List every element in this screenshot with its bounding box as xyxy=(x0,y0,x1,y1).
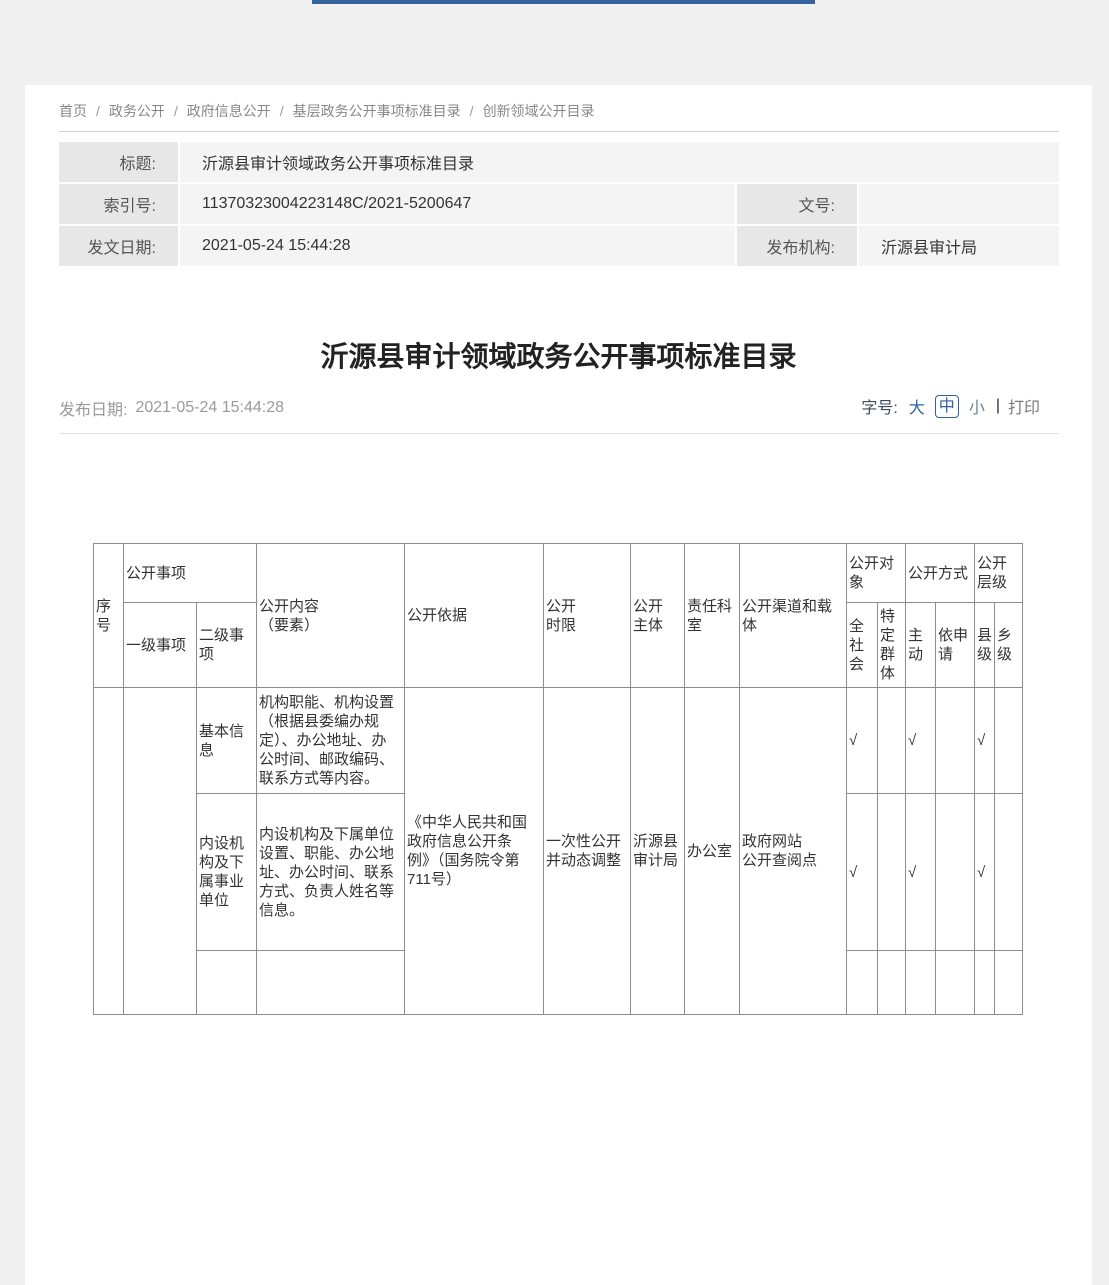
cell-content: 内设机构及下属单位 设置、职能、办公地 址、办公时间、联系 方式、负责人姓名等 … xyxy=(257,794,405,951)
header-seq: 序 号 xyxy=(94,544,124,688)
meta-date-label: 发文日期: xyxy=(59,226,178,266)
cell-check-all-society xyxy=(847,951,878,1015)
header-level: 公开 层级 xyxy=(975,544,1023,603)
cell-check-county xyxy=(975,951,995,1015)
document-meta-table: 标题: 沂源县审计领域政务公开事项标准目录 索引号: 1137032300422… xyxy=(59,142,1059,266)
cell-content xyxy=(257,951,405,1015)
cell-basis: 《中华人民共和国 政府信息公开条 例》（国务院令第 711号） xyxy=(405,688,544,1015)
cell-check-town xyxy=(995,688,1023,794)
font-size-controls: 字号: 大 中 小 | 打印 xyxy=(861,394,1040,418)
publish-date-row: 发布日期: 2021-05-24 15:44:28 xyxy=(59,396,284,420)
font-size-small-button[interactable]: 小 xyxy=(969,394,985,418)
catalog-table: 序 号 公开事项 公开内容 （要素） 公开依据 公开 时限 公开 主体 责任科 … xyxy=(93,543,1023,1015)
header-matters: 公开事项 xyxy=(124,544,257,603)
table-row: 基本信 息 机构职能、机构设置 （根据县委编办规 定）、办公地址、办 公时间、邮… xyxy=(94,688,1023,794)
cell-check-active xyxy=(906,951,936,1015)
breadcrumb-zhengwu[interactable]: 政务公开 xyxy=(109,101,165,121)
breadcrumb-divider xyxy=(59,131,1059,132)
header-content: 公开内容 （要素） xyxy=(257,544,405,688)
font-size-large-button[interactable]: 大 xyxy=(909,394,925,418)
header-target-specific: 特 定 群 体 xyxy=(878,603,906,688)
publish-date-label: 发布日期: xyxy=(59,396,127,420)
header-target: 公开对 象 xyxy=(847,544,906,603)
article-divider xyxy=(59,433,1059,434)
header-level-town: 乡 级 xyxy=(995,603,1023,688)
meta-docno-label: 文号: xyxy=(737,184,857,224)
cell-subject: 沂源县 审计局 xyxy=(631,688,685,1015)
breadcrumb-info-disclosure[interactable]: 政府信息公开 xyxy=(187,101,271,121)
cell-channel: 政府网站 公开查阅点 xyxy=(740,688,847,1015)
meta-title-label: 标题: xyxy=(59,142,178,182)
breadcrumb-separator: / xyxy=(470,103,474,119)
header-method-request: 依申 请 xyxy=(936,603,975,688)
cell-seq xyxy=(94,688,124,1015)
meta-index-label: 索引号: xyxy=(59,184,178,224)
meta-agency-value: 沂源县审计局 xyxy=(859,226,1059,266)
breadcrumb-separator: / xyxy=(280,103,284,119)
cell-check-specific xyxy=(878,794,906,951)
meta-index-value: 11370323004223148C/2021-5200647 xyxy=(180,184,735,224)
cell-level2: 基本信 息 xyxy=(197,688,257,794)
breadcrumb-current[interactable]: 创新领域公开目录 xyxy=(483,101,595,121)
meta-docno-value xyxy=(859,184,1059,224)
meta-title-value: 沂源县审计领域政务公开事项标准目录 xyxy=(180,142,1059,182)
page-title: 沂源县审计领域政务公开事项标准目录 xyxy=(25,335,1092,375)
meta-date-value: 2021-05-24 15:44:28 xyxy=(180,226,735,266)
cell-department: 办公室 xyxy=(685,688,740,1015)
print-separator: | xyxy=(996,397,1000,415)
catalog-table-wrap: 序 号 公开事项 公开内容 （要素） 公开依据 公开 时限 公开 主体 责任科 … xyxy=(93,543,1023,1015)
cell-level2 xyxy=(197,951,257,1015)
cell-check-all-society: √ xyxy=(847,794,878,951)
header-channel: 公开渠道和载 体 xyxy=(740,544,847,688)
breadcrumb-home[interactable]: 首页 xyxy=(59,101,87,121)
print-button[interactable]: 打印 xyxy=(1008,394,1040,418)
font-size-label: 字号: xyxy=(861,394,897,418)
header-method: 公开方式 xyxy=(906,544,975,603)
breadcrumb-separator: / xyxy=(96,103,100,119)
cell-check-request xyxy=(936,794,975,951)
cell-check-active: √ xyxy=(906,794,936,951)
publish-date-value: 2021-05-24 15:44:28 xyxy=(135,399,284,417)
font-size-medium-button[interactable]: 中 xyxy=(935,395,959,418)
header-basis: 公开依据 xyxy=(405,544,544,688)
cell-level2: 内设机 构及下 属事业 单位 xyxy=(197,794,257,951)
cell-check-county: √ xyxy=(975,688,995,794)
cell-check-specific xyxy=(878,688,906,794)
cell-check-request xyxy=(936,951,975,1015)
cell-check-town xyxy=(995,794,1023,951)
cell-check-county: √ xyxy=(975,794,995,951)
header-target-all: 全社 会 xyxy=(847,603,878,688)
header-time-limit: 公开 时限 xyxy=(544,544,631,688)
header-level1: 一级事项 xyxy=(124,603,197,688)
cell-check-all-society: √ xyxy=(847,688,878,794)
breadcrumb-separator: / xyxy=(174,103,178,119)
breadcrumb-standard-catalog[interactable]: 基层政务公开事项标准目录 xyxy=(293,101,461,121)
breadcrumb: 首页 / 政务公开 / 政府信息公开 / 基层政务公开事项标准目录 / 创新领域… xyxy=(59,101,595,121)
cell-time-limit: 一次性公开 并动态调整 xyxy=(544,688,631,1015)
cell-level1 xyxy=(124,688,197,1015)
header-method-active: 主 动 xyxy=(906,603,936,688)
cell-check-request xyxy=(936,688,975,794)
cell-check-specific xyxy=(878,951,906,1015)
top-nav-accent-bar xyxy=(312,0,815,4)
header-subject: 公开 主体 xyxy=(631,544,685,688)
header-level-county: 县 级 xyxy=(975,603,995,688)
content-card: 首页 / 政务公开 / 政府信息公开 / 基层政务公开事项标准目录 / 创新领域… xyxy=(25,85,1092,1285)
header-department: 责任科 室 xyxy=(685,544,740,688)
meta-agency-label: 发布机构: xyxy=(737,226,857,266)
header-level2: 二级事 项 xyxy=(197,603,257,688)
cell-check-town xyxy=(995,951,1023,1015)
cell-content: 机构职能、机构设置 （根据县委编办规 定）、办公地址、办 公时间、邮政编码、 联… xyxy=(257,688,405,794)
cell-check-active: √ xyxy=(906,688,936,794)
